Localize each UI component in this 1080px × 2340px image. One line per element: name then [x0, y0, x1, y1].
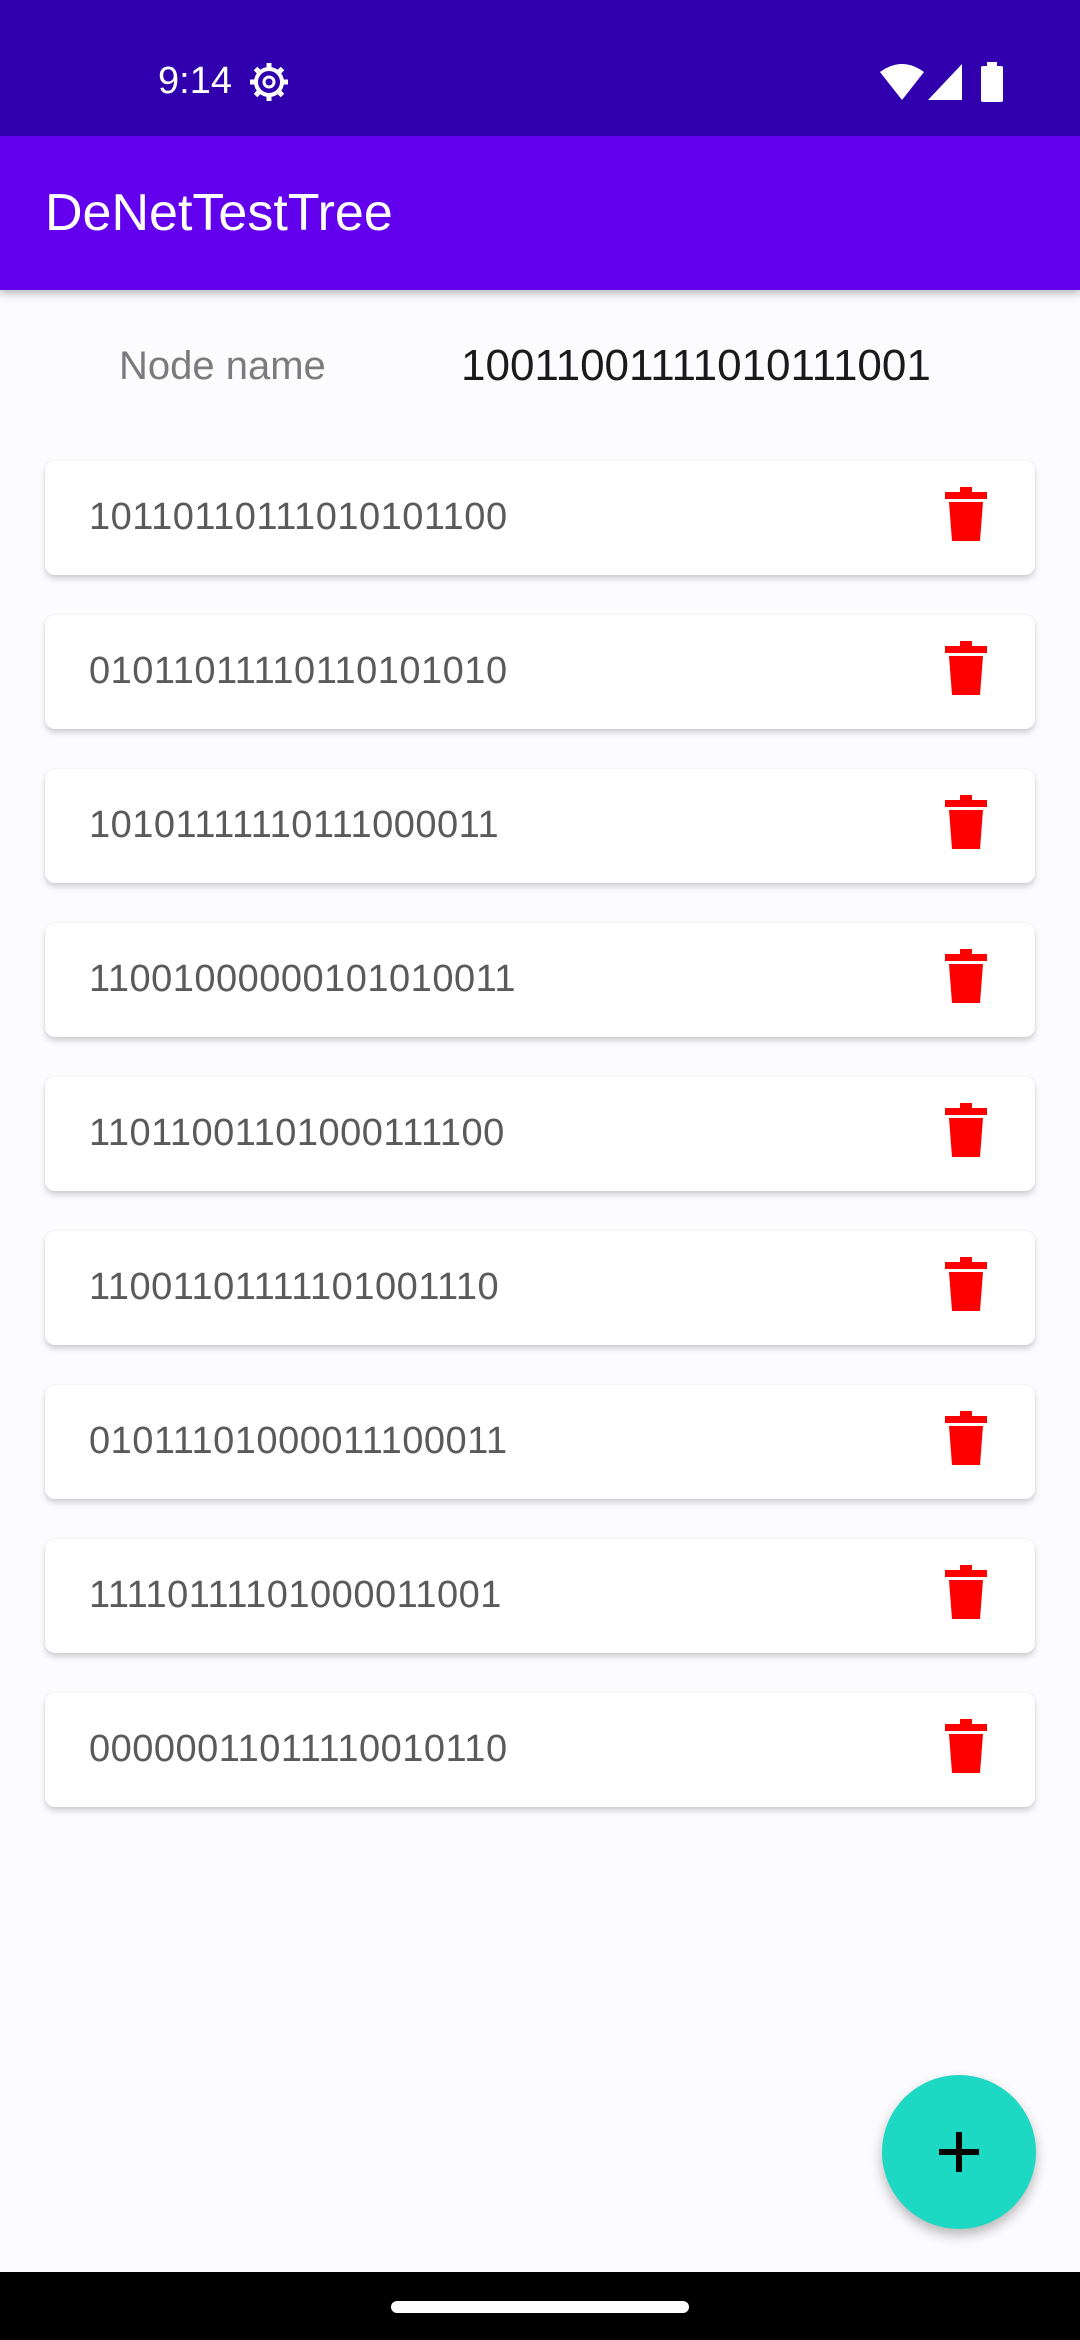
node-name-text: 01011011110110101010 [89, 650, 508, 692]
delete-icon[interactable] [945, 641, 987, 695]
node-name-label: Node name [119, 344, 326, 388]
plus-icon [939, 2132, 979, 2172]
node-name-text: 01011101000011100011 [89, 1420, 508, 1462]
delete-icon[interactable] [945, 1565, 987, 1619]
delete-icon[interactable] [945, 487, 987, 541]
home-gesture-handle[interactable] [391, 2301, 689, 2313]
delete-icon[interactable] [945, 949, 987, 1003]
delete-icon[interactable] [945, 1411, 987, 1465]
node-name-text: 11011001101000111100 [89, 1112, 505, 1154]
battery-icon [981, 62, 1003, 102]
list-item[interactable]: 01011101000011100011 [45, 1385, 1035, 1499]
node-name-text: 11001101111101001110 [89, 1266, 500, 1308]
list-item[interactable]: 11011001101000111100 [45, 1077, 1035, 1191]
delete-icon[interactable] [945, 1103, 987, 1157]
app-bar: DeNetTestTree [0, 136, 1080, 290]
settings-gear-icon [250, 63, 288, 101]
list-item[interactable]: 11001000000101010011 [45, 923, 1035, 1037]
list-item[interactable]: 11001101111101001110 [45, 1231, 1035, 1345]
child-node-list: 10110110111010101100 0101101111011010101… [45, 461, 1035, 1847]
node-name-text: 10101111110111000011 [89, 804, 500, 846]
delete-icon[interactable] [945, 795, 987, 849]
wifi-icon [880, 64, 924, 100]
list-item[interactable]: 10110110111010101100 [45, 461, 1035, 575]
cellular-signal-icon [928, 64, 962, 100]
node-name-text: 11110111101000011001 [89, 1574, 502, 1616]
node-name-value: 10011001111010111001 [461, 341, 931, 390]
add-node-button[interactable] [882, 2075, 1036, 2229]
list-item[interactable]: 00000011011110010110 [45, 1693, 1035, 1807]
list-item[interactable]: 01011011110110101010 [45, 615, 1035, 729]
list-item[interactable]: 11110111101000011001 [45, 1539, 1035, 1653]
status-time: 9:14 [158, 60, 232, 102]
list-item[interactable]: 10101111110111000011 [45, 769, 1035, 883]
node-name-text: 10110110111010101100 [89, 496, 508, 538]
delete-icon[interactable] [945, 1257, 987, 1311]
status-bar: 9:14 [0, 0, 1080, 136]
node-name-text: 00000011011110010110 [89, 1728, 508, 1770]
node-name-text: 11001000000101010011 [89, 958, 517, 1000]
delete-icon[interactable] [945, 1719, 987, 1773]
app-title: DeNetTestTree [45, 184, 393, 242]
